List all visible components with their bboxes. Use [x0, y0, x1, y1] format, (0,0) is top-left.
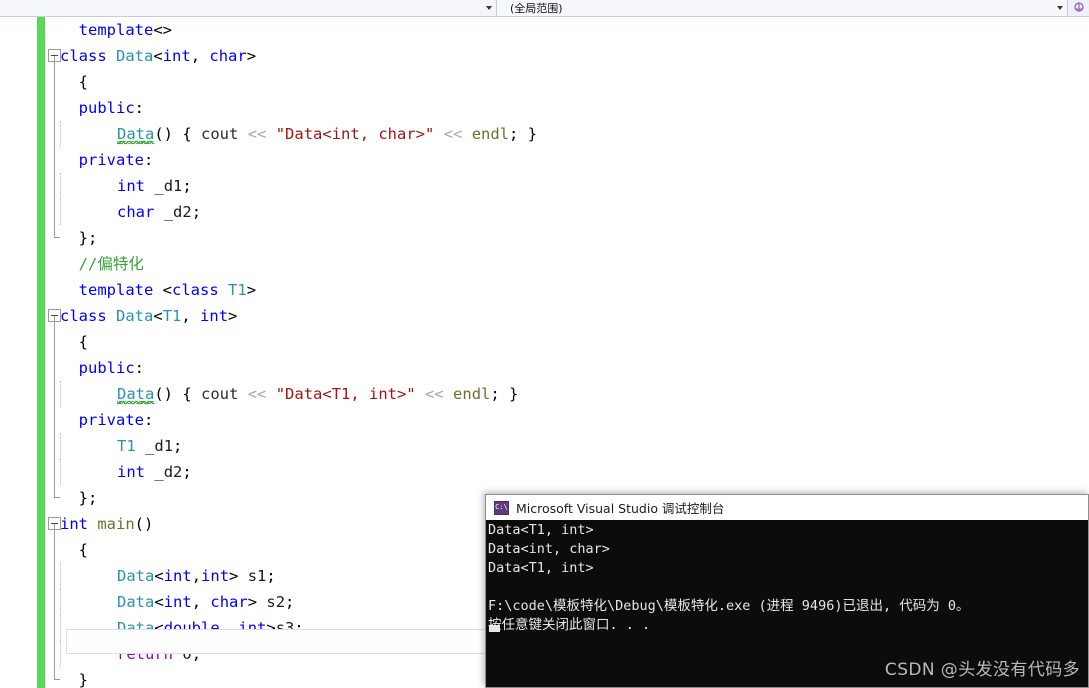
navbar-scope-dropdown-value: (全局范围) — [510, 1, 563, 15]
console-app-icon: C:\ — [494, 500, 509, 515]
line-number — [0, 563, 12, 589]
code-line[interactable]: Data() { cout << "Data<int, char>" << en… — [60, 121, 1089, 147]
folding-line — [54, 615, 55, 641]
line-number — [0, 173, 12, 199]
line-number — [0, 147, 12, 173]
folding-line — [54, 355, 55, 381]
chevron-down-icon — [1057, 6, 1063, 10]
folding-line — [54, 147, 55, 173]
code-line[interactable]: { — [60, 69, 1089, 95]
console-line: Data<T1, int> — [488, 522, 594, 538]
line-number — [0, 199, 12, 225]
code-line[interactable]: T1 _d1; — [60, 433, 1089, 459]
folding-line-end — [54, 485, 60, 498]
code-line[interactable]: class Data<int, char> — [60, 43, 1089, 69]
folding-line-end — [54, 667, 60, 680]
folding-line — [54, 121, 55, 147]
navbar-project-dropdown[interactable] — [0, 0, 497, 16]
code-line[interactable]: int _d2; — [60, 459, 1089, 485]
line-number — [0, 69, 12, 95]
line-number — [0, 277, 12, 303]
code-line[interactable]: template <class T1> — [60, 277, 1089, 303]
line-number — [0, 329, 12, 355]
console-line: F:\code\模板特化\Debug\模板特化.exe (进程 9496)已退出… — [488, 598, 970, 614]
code-line[interactable]: public: — [60, 355, 1089, 381]
line-number — [0, 121, 12, 147]
line-number — [0, 433, 12, 459]
console-line: Data<int, char> — [488, 541, 610, 557]
folding-line — [54, 459, 55, 485]
navigate-tool-icon — [1072, 2, 1085, 15]
line-number — [0, 459, 12, 485]
code-line[interactable]: char _d2; — [60, 199, 1089, 225]
folding-line — [54, 329, 55, 355]
line-number — [0, 355, 12, 381]
line-number — [0, 43, 12, 69]
folding-line — [54, 563, 55, 589]
folding-line — [54, 433, 55, 459]
line-number — [0, 537, 12, 563]
code-line[interactable]: public: — [60, 95, 1089, 121]
folding-line-end — [54, 225, 60, 238]
line-number — [0, 615, 12, 641]
line-number — [0, 17, 12, 43]
navbar-scope-dropdown[interactable]: (全局范围) — [497, 0, 1068, 16]
debug-console-window[interactable]: C:\ Microsoft Visual Studio 调试控制台 Data<T… — [485, 494, 1089, 688]
code-line[interactable]: class Data<T1, int> — [60, 303, 1089, 329]
line-number — [0, 641, 12, 667]
folding-line — [54, 381, 55, 407]
folding-line — [54, 199, 55, 225]
code-line[interactable]: { — [60, 329, 1089, 355]
console-cursor — [489, 625, 500, 632]
chevron-down-icon — [486, 6, 492, 10]
code-line[interactable]: private: — [60, 147, 1089, 173]
line-number — [0, 511, 12, 537]
line-number — [0, 485, 12, 511]
folding-line — [54, 407, 55, 433]
code-line[interactable]: int _d1; — [60, 173, 1089, 199]
folding-line — [54, 641, 55, 667]
folding-line — [54, 316, 55, 329]
line-number — [0, 303, 12, 329]
line-number — [0, 407, 12, 433]
code-line[interactable]: template<> — [60, 17, 1089, 43]
console-line: 按任意键关闭此窗口. . . — [488, 617, 651, 633]
line-number — [0, 225, 12, 251]
folding-line — [54, 69, 55, 95]
editor-navigation-bar: (全局范围) — [0, 0, 1089, 17]
code-line[interactable]: }; — [60, 225, 1089, 251]
folding-line — [54, 589, 55, 615]
code-line[interactable]: Data() { cout << "Data<T1, int>" << endl… — [60, 381, 1089, 407]
line-number-gutter — [0, 17, 12, 688]
folding-line — [54, 95, 55, 121]
line-number — [0, 251, 12, 277]
watermark-text: CSDN @头发没有代码多 — [884, 660, 1080, 680]
code-line[interactable]: //偏特化 — [60, 251, 1089, 277]
navbar-tool-button[interactable] — [1068, 0, 1089, 16]
folding-line — [54, 56, 55, 69]
line-number — [0, 589, 12, 615]
code-line[interactable]: private: — [60, 407, 1089, 433]
folding-line — [54, 524, 55, 537]
folding-line — [54, 173, 55, 199]
folding-line — [54, 537, 55, 563]
console-title-bar[interactable]: C:\ Microsoft Visual Studio 调试控制台 — [486, 495, 1088, 520]
line-number — [0, 381, 12, 407]
line-number — [0, 667, 12, 688]
console-line: Data<T1, int> — [488, 560, 594, 576]
line-number — [0, 95, 12, 121]
change-indicator-bar — [37, 17, 45, 688]
console-title-text: Microsoft Visual Studio 调试控制台 — [516, 501, 725, 516]
